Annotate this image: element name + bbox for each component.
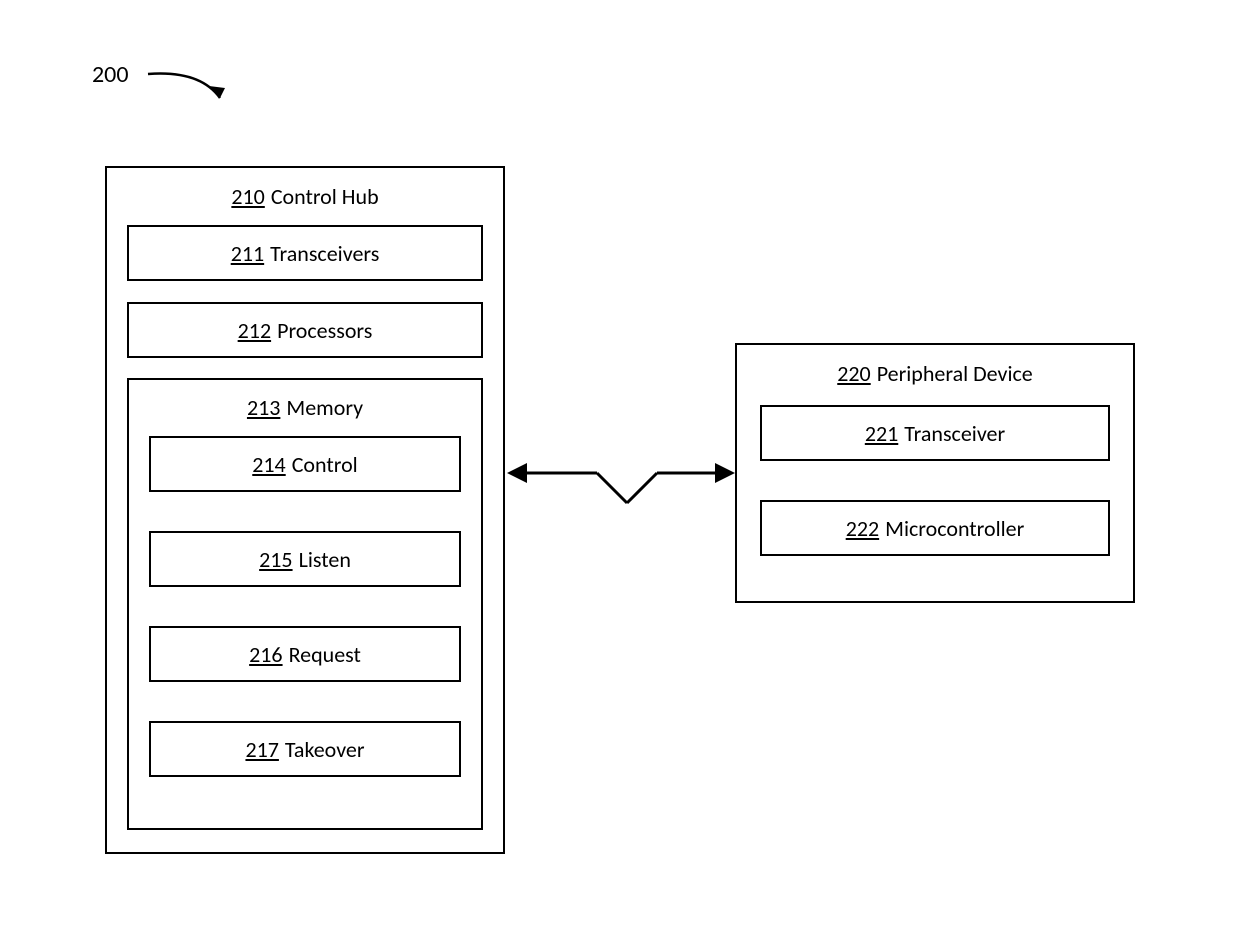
memory-title: 213Memory (127, 394, 483, 421)
control-hub-title: 210Control Hub (105, 183, 505, 210)
memory-takeover-box: 217Takeover (149, 721, 461, 777)
memory-listen-box: 215Listen (149, 531, 461, 587)
peripheral-title: 220Peripheral Device (735, 360, 1135, 387)
peripheral-microcontroller-box: 222Microcontroller (760, 500, 1110, 556)
peripheral-transceiver-box: 221Transceiver (760, 405, 1110, 461)
processors-box: 212Processors (127, 302, 483, 358)
memory-request-box: 216Request (149, 626, 461, 682)
figure-number: 200 (92, 60, 129, 89)
transceivers-box: 211Transceivers (127, 225, 483, 281)
memory-control-box: 214Control (149, 436, 461, 492)
